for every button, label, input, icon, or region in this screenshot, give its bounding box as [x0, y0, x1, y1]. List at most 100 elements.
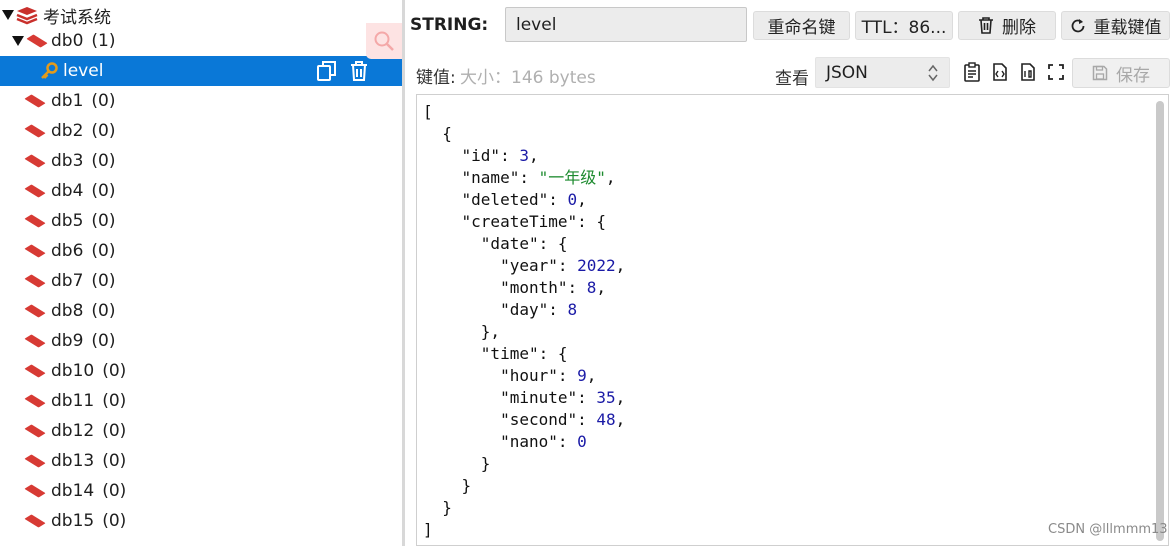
- db-row-db10[interactable]: db10 (0): [0, 356, 402, 386]
- reload-value-button[interactable]: 重载键值: [1061, 11, 1170, 40]
- redis-stack-icon: [16, 7, 38, 25]
- db-row-db6[interactable]: db6 (0): [0, 236, 402, 266]
- db-key-count: (0): [91, 91, 116, 111]
- code-line: "minute": 35,: [423, 388, 626, 407]
- search-icon: [374, 31, 394, 51]
- code-line: "second": 48,: [423, 410, 626, 429]
- watermark: CSDN @lllmmm13: [1048, 522, 1168, 537]
- db-key-count: (0): [91, 151, 116, 171]
- database-icon: [24, 305, 46, 317]
- db-row-db0[interactable]: db0 (1): [0, 26, 402, 56]
- expand-arrow-icon[interactable]: [2, 10, 14, 20]
- binary-icon[interactable]: [1017, 61, 1039, 83]
- db-name: db14: [51, 481, 95, 501]
- code-line: "month": 8,: [423, 278, 607, 297]
- db-key-count: (0): [91, 181, 116, 201]
- db-key-count: (0): [102, 481, 127, 501]
- delete-key-button[interactable]: 删除: [958, 11, 1056, 40]
- database-icon: [24, 425, 46, 437]
- code-line: "id": 3,: [423, 146, 539, 165]
- connection-name: 考试系统: [43, 7, 111, 28]
- db-key-count: (0): [91, 271, 116, 291]
- value-editor[interactable]: [ { "id": 3, "name": "一年级", "deleted": 0…: [416, 94, 1169, 546]
- reload-icon: [1071, 18, 1084, 32]
- key-type-label: STRING:: [410, 15, 489, 35]
- search-button[interactable]: [366, 23, 402, 59]
- code-format-icon[interactable]: [989, 61, 1011, 83]
- db-row-db4[interactable]: db4 (0): [0, 176, 402, 206]
- db-name: db5: [51, 211, 84, 231]
- code-line: [: [423, 102, 433, 121]
- database-icon: [24, 125, 46, 137]
- format-selected-value: JSON: [826, 62, 868, 83]
- db-key-count: (0): [91, 331, 116, 351]
- trash-icon[interactable]: [348, 60, 370, 82]
- editor-scrollbar[interactable]: [1156, 101, 1164, 541]
- db-row-db13[interactable]: db13 (0): [0, 446, 402, 476]
- json-code[interactable]: [ { "id": 3, "name": "一年级", "deleted": 0…: [423, 101, 625, 541]
- delete-label: 删除: [1002, 18, 1036, 38]
- key-detail-panel: STRING: level 重命名键 TTL：86... 删除 重载键值 键值:…: [405, 0, 1172, 546]
- code-line: },: [423, 322, 501, 341]
- db-row-db8[interactable]: db8 (0): [0, 296, 402, 326]
- trash-icon: [979, 17, 993, 34]
- save-label: 保存: [1116, 65, 1150, 86]
- fullscreen-icon[interactable]: [1045, 61, 1067, 83]
- db-name: db8: [51, 301, 84, 321]
- db-name: db6: [51, 241, 84, 261]
- database-icon: [24, 185, 46, 197]
- db-row-db3[interactable]: db3 (0): [0, 146, 402, 176]
- database-icon: [24, 365, 46, 377]
- code-line: "hour": 9,: [423, 366, 597, 385]
- key-name-input[interactable]: level: [505, 7, 747, 42]
- code-line: "year": 2022,: [423, 256, 626, 275]
- save-button[interactable]: 保存: [1072, 58, 1170, 88]
- database-icon: [24, 395, 46, 407]
- db-row-db14[interactable]: db14 (0): [0, 476, 402, 506]
- ttl-button[interactable]: TTL：86...: [855, 11, 953, 40]
- database-icon: [24, 455, 46, 467]
- db-name: db0: [51, 31, 84, 51]
- code-line: "deleted": 0,: [423, 190, 587, 209]
- db-name: db3: [51, 151, 84, 171]
- code-line: "nano": 0: [423, 432, 587, 451]
- select-arrows-icon: [928, 64, 938, 82]
- database-icon: [24, 95, 46, 107]
- db-name: db7: [51, 271, 84, 291]
- db-name: db10: [51, 361, 95, 381]
- db-key-count: (0): [102, 421, 127, 441]
- expand-arrow-icon[interactable]: [12, 36, 24, 46]
- redis-tree-panel: 考试系统 db0 (1) level db1 (0) db2 (0) db3 (0) db4…: [0, 0, 402, 546]
- format-select[interactable]: JSON: [815, 57, 950, 88]
- copy-icon[interactable]: [316, 60, 338, 82]
- db-row-db2[interactable]: db2 (0): [0, 116, 402, 146]
- clipboard-icon[interactable]: [961, 61, 983, 83]
- key-label: level: [63, 61, 104, 81]
- db-key-count: (0): [91, 241, 116, 261]
- key-icon: [41, 62, 58, 79]
- db-key-count: (0): [102, 451, 127, 471]
- value-label: 键值:: [416, 68, 456, 88]
- db-name: db15: [51, 511, 95, 531]
- db-row-db11[interactable]: db11 (0): [0, 386, 402, 416]
- db-row-db5[interactable]: db5 (0): [0, 206, 402, 236]
- value-tools: [961, 61, 1073, 83]
- db-row-db12[interactable]: db12 (0): [0, 416, 402, 446]
- key-item-level[interactable]: level: [0, 56, 402, 86]
- db-row-db15[interactable]: db15 (0): [0, 506, 402, 536]
- db-row-db9[interactable]: db9 (0): [0, 326, 402, 356]
- code-line: }: [423, 498, 452, 517]
- db-row-db1[interactable]: db1 (0): [0, 86, 402, 116]
- code-line: "day": 8: [423, 300, 578, 319]
- code-line: "time": {: [423, 344, 568, 363]
- db-name: db12: [51, 421, 95, 441]
- database-icon: [24, 275, 46, 287]
- db-name: db2: [51, 121, 84, 141]
- db-row-db7[interactable]: db7 (0): [0, 266, 402, 296]
- rename-key-button[interactable]: 重命名键: [753, 11, 850, 40]
- database-icon: [24, 335, 46, 347]
- view-label: 查看: [775, 69, 809, 89]
- db-key-count: (0): [91, 121, 116, 141]
- code-line: }: [423, 476, 472, 495]
- db-key-count: (0): [102, 361, 127, 381]
